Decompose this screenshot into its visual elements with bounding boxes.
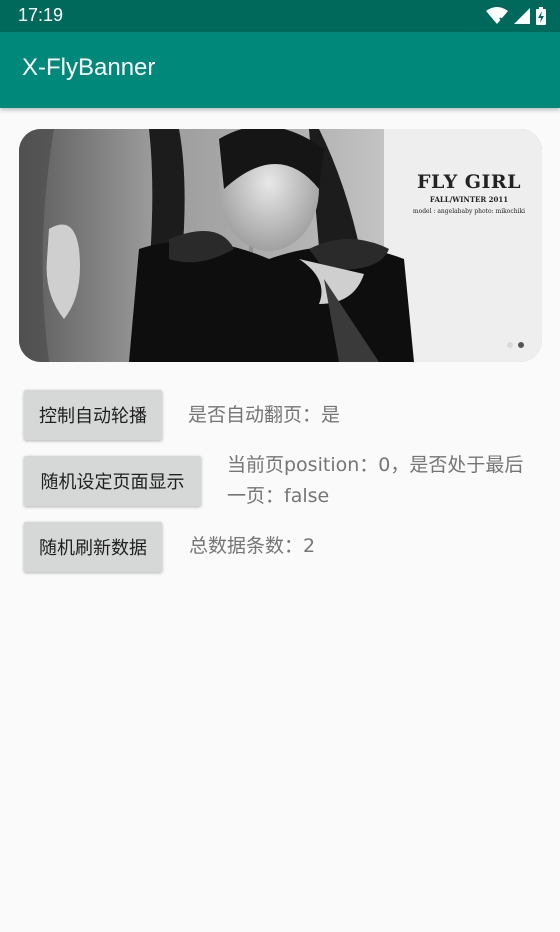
position-status-line1: 当前页position：0，是否处于最后 — [227, 454, 524, 476]
status-time: 17:19 — [18, 5, 64, 25]
indicator-dot — [518, 342, 524, 348]
indicator-dot — [507, 342, 513, 348]
position-status: 当前页position：0，是否处于最后 一页：false — [227, 450, 560, 512]
data-count-status: 总数据条数：2 — [189, 535, 316, 557]
app-bar: X-FlyBanner — [0, 32, 560, 108]
signal-icon — [514, 8, 530, 24]
random-page-button[interactable]: 随机设定页面显示 — [24, 456, 201, 506]
banner-carousel[interactable]: FLY GIRL FALL/WINTER 2011 model : angela… — [19, 129, 542, 362]
status-bar: 17:19 — [0, 0, 560, 32]
status-icons — [486, 6, 546, 26]
page-indicator — [507, 342, 524, 348]
battery-icon — [536, 7, 546, 25]
autoplay-status: 是否自动翻页：是 — [188, 404, 341, 426]
refresh-data-button[interactable]: 随机刷新数据 — [24, 522, 162, 572]
wifi-icon — [486, 7, 508, 24]
banner-caption: FLY GIRL FALL/WINTER 2011 model : angela… — [399, 171, 539, 215]
toggle-autoplay-button[interactable]: 控制自动轮播 — [24, 390, 162, 440]
app-title: X-FlyBanner — [22, 54, 156, 81]
position-status-line2: 一页：false — [227, 485, 330, 507]
banner-subtitle: FALL/WINTER 2011 — [429, 195, 509, 204]
banner-credits: model : angelababy photo: mikochiki — [412, 208, 526, 215]
banner-title: FLY GIRL — [416, 171, 522, 193]
banner-photo — [19, 129, 542, 362]
